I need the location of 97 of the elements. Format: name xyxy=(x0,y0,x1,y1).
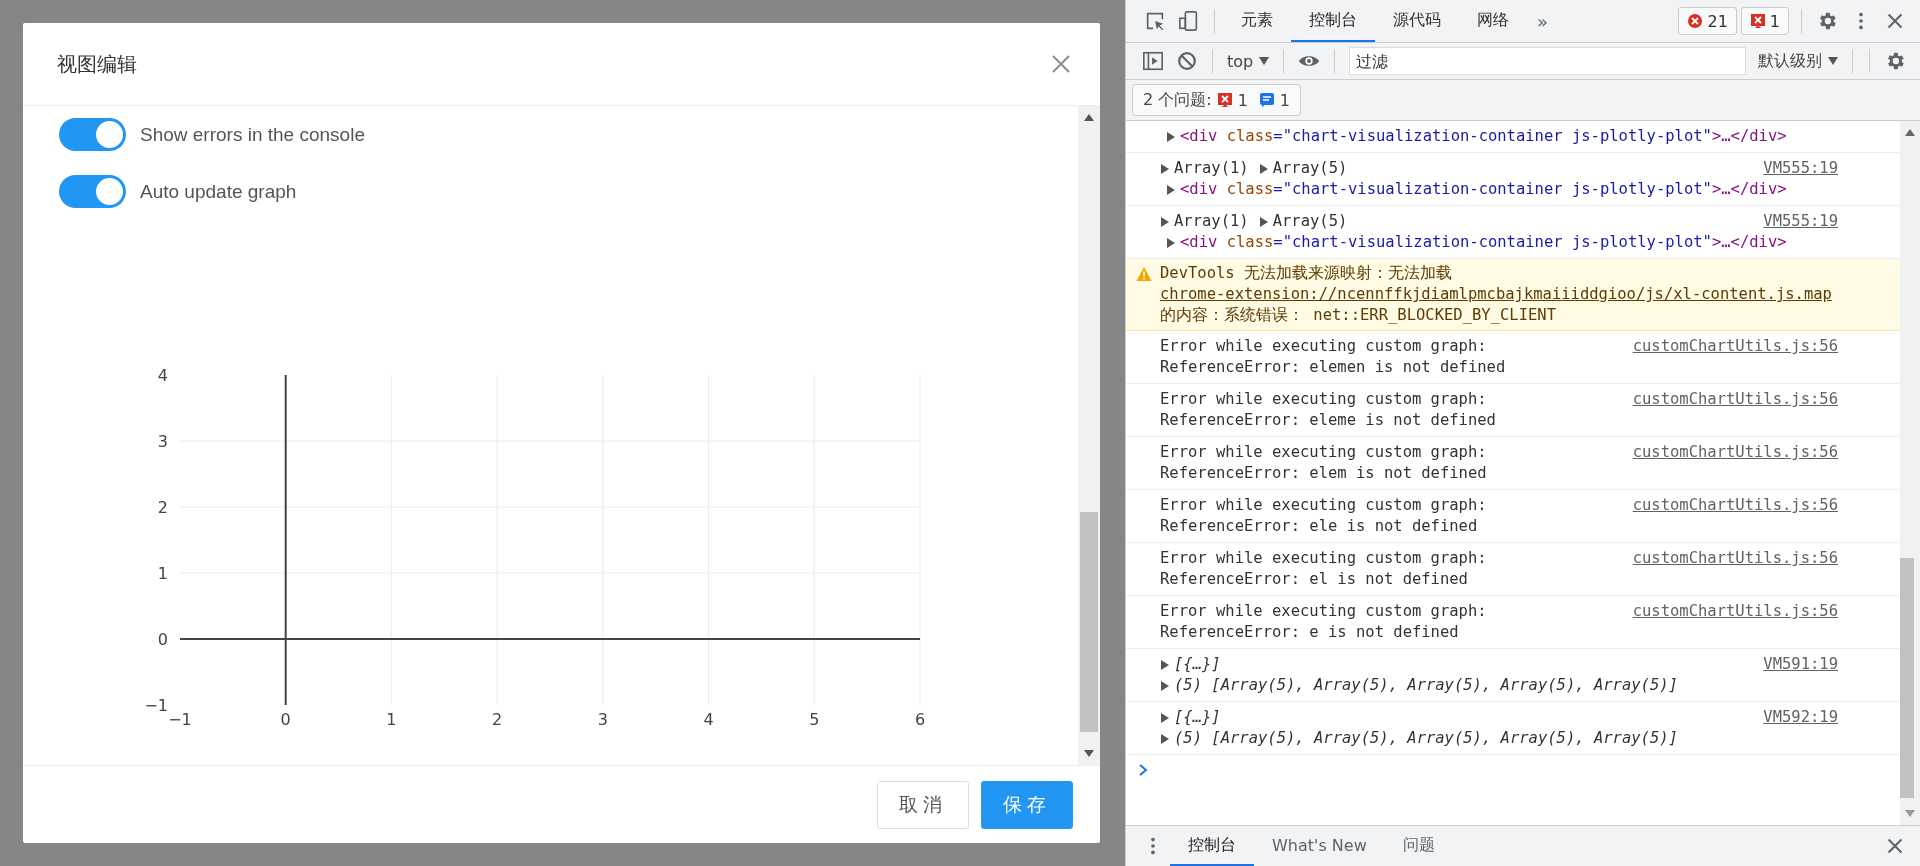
tick-label: 1 xyxy=(157,564,168,583)
source-link[interactable]: VM591:19 xyxy=(1763,654,1838,696)
toggle-switch[interactable] xyxy=(59,118,126,151)
expand-triangle-icon[interactable] xyxy=(1160,216,1169,227)
panel-tab[interactable]: 源代码 xyxy=(1375,0,1459,42)
dialog-title: 视图编辑 xyxy=(57,51,137,77)
device-icon[interactable] xyxy=(1178,10,1200,32)
object-preview[interactable]: (5) [Array(5), Array(5), Array(5), Array(5), Array(5)] xyxy=(1174,728,1678,749)
log-level-dropdown[interactable]: 默认级别 xyxy=(1752,50,1844,72)
tick-label: 2 xyxy=(492,710,503,729)
log-message: Error while executing custom graph: xyxy=(1160,548,1487,569)
expand-triangle-icon[interactable] xyxy=(1258,163,1268,174)
message-icon xyxy=(1258,92,1275,108)
error-count-button[interactable]: 21 xyxy=(1678,7,1737,35)
scroll-thumb[interactable] xyxy=(1900,558,1914,798)
source-link[interactable]: VM592:19 xyxy=(1763,707,1838,749)
context-dropdown[interactable]: top xyxy=(1221,51,1276,71)
tick-label: 4 xyxy=(157,366,168,385)
source-link[interactable]: customChartUtils.js:56 xyxy=(1632,548,1838,590)
caret-down-icon xyxy=(1259,57,1270,65)
expand-triangle-icon[interactable] xyxy=(1160,659,1169,670)
object-preview[interactable]: Array(5) xyxy=(1272,211,1348,232)
sidebar-icon[interactable] xyxy=(1142,50,1164,72)
prompt-chevron-icon xyxy=(1138,764,1148,776)
element-node[interactable]: <div class="chart-visualization-container js-plotly-plot">…</div> xyxy=(1180,179,1787,200)
log-message: ReferenceError: eleme is not defined xyxy=(1160,410,1496,431)
source-link[interactable]: customChartUtils.js:56 xyxy=(1632,495,1838,537)
warning-message: DevTools 无法加载来源映射：无法加载 chrome-extension://ncennffkjdiamlpmcbajkmaiiiddgioo/js/xl-content.js.map 的内容：系统错误： net::ERR_BLOCKED_BY_CLIENT xyxy=(1160,263,1833,326)
toggle-label: Show errors in the console xyxy=(140,123,365,146)
scrollbar[interactable] xyxy=(1900,121,1920,825)
warning-icon xyxy=(1136,266,1152,282)
log-message: ReferenceError: e is not defined xyxy=(1160,622,1459,643)
caret-down-icon xyxy=(1828,57,1838,65)
log-message: Error while executing custom graph: xyxy=(1160,336,1487,357)
log-message: ReferenceError: elemen is not defined xyxy=(1160,357,1506,378)
tick-label: 5 xyxy=(809,710,820,729)
inspect-icon[interactable] xyxy=(1144,10,1166,32)
log-message: Error while executing custom graph: xyxy=(1160,495,1487,516)
scroll-up-icon[interactable] xyxy=(1084,114,1094,121)
source-link[interactable]: customChartUtils.js:56 xyxy=(1632,336,1838,378)
issue-count-button[interactable]: 1 xyxy=(1740,7,1789,35)
object-preview[interactable]: Array(5) xyxy=(1272,158,1348,179)
panel-tab[interactable]: 网络 xyxy=(1459,0,1527,42)
close-icon[interactable] xyxy=(1050,53,1072,75)
scrollbar[interactable] xyxy=(1078,106,1100,765)
drawer-tab[interactable]: 问题 xyxy=(1384,826,1453,866)
tick-label: 3 xyxy=(597,710,608,729)
tick-label: 6 xyxy=(914,710,926,729)
tick-label: 0 xyxy=(157,630,168,649)
clear-console-icon[interactable] xyxy=(1176,50,1198,72)
tick-label: 4 xyxy=(703,710,714,729)
issues-button[interactable]: 2 个问题: 1 1 xyxy=(1132,84,1302,116)
scroll-thumb[interactable] xyxy=(1080,512,1098,732)
log-message: Error while executing custom graph: xyxy=(1160,442,1487,463)
object-preview[interactable]: [{…}] xyxy=(1174,654,1221,675)
log-message: ReferenceError: elem is not defined xyxy=(1160,463,1487,484)
expand-triangle-icon[interactable] xyxy=(1166,184,1175,195)
drawer-tab[interactable]: 控制台 xyxy=(1170,826,1254,866)
expand-triangle-icon[interactable] xyxy=(1160,680,1169,691)
tick-label: −1 xyxy=(168,710,192,729)
error-flag-icon xyxy=(1216,92,1233,108)
source-map-link[interactable]: chrome-extension://ncennffkjdiamlpmcbajkmaiiiddgioo/js/xl-content.js.map xyxy=(1160,285,1832,303)
tick-label: 2 xyxy=(157,498,168,517)
toggle-label: Auto update graph xyxy=(140,180,297,203)
cancel-button[interactable]: 取消 xyxy=(877,780,969,829)
expand-triangle-icon[interactable] xyxy=(1160,163,1169,174)
source-link[interactable]: customChartUtils.js:56 xyxy=(1632,442,1838,484)
object-preview[interactable]: [{…}] xyxy=(1174,707,1221,728)
expand-triangle-icon[interactable] xyxy=(1160,712,1169,723)
scroll-up-icon[interactable] xyxy=(1905,129,1915,136)
object-preview[interactable]: Array(1) xyxy=(1174,158,1249,179)
log-message: ReferenceError: el is not defined xyxy=(1160,569,1468,590)
object-preview[interactable]: (5) [Array(5), Array(5), Array(5), Array(5), Array(5)] xyxy=(1174,675,1678,696)
source-link[interactable]: customChartUtils.js:56 xyxy=(1632,601,1838,643)
panel-tab[interactable]: 元素 xyxy=(1223,0,1291,42)
filter-field[interactable]: 过滤 xyxy=(1349,47,1746,75)
log-message: Error while executing custom graph: xyxy=(1160,389,1487,410)
expand-triangle-icon[interactable] xyxy=(1166,237,1175,248)
expand-triangle-icon[interactable] xyxy=(1166,131,1175,142)
tick-label: 1 xyxy=(386,710,397,729)
log-message: Error while executing custom graph: xyxy=(1160,601,1487,622)
tick-label: 0 xyxy=(280,710,291,729)
tick-label: −1 xyxy=(144,696,168,715)
toggle-switch[interactable] xyxy=(59,175,126,208)
element-node[interactable]: <div class="chart-visualization-container js-plotly-plot">…</div> xyxy=(1180,126,1787,147)
source-link[interactable]: customChartUtils.js:56 xyxy=(1632,389,1838,431)
drawer-tab[interactable]: What's New xyxy=(1254,826,1385,866)
expand-triangle-icon[interactable] xyxy=(1258,216,1268,227)
expand-triangle-icon[interactable] xyxy=(1160,733,1169,744)
error-flag-icon xyxy=(1749,13,1766,29)
error-icon xyxy=(1687,13,1704,29)
object-preview[interactable]: Array(1) xyxy=(1174,211,1249,232)
element-node[interactable]: <div class="chart-visualization-container js-plotly-plot">…</div> xyxy=(1180,232,1787,253)
more-tabs-button[interactable]: » xyxy=(1527,10,1558,32)
tick-label: 3 xyxy=(157,432,168,451)
scroll-down-icon[interactable] xyxy=(1084,750,1094,757)
log-message: ReferenceError: ele is not defined xyxy=(1160,516,1478,537)
